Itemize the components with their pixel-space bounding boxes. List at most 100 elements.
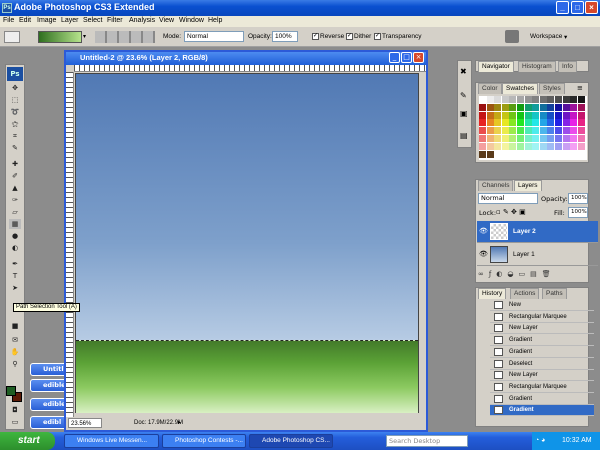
swatch-cell[interactable] [501, 103, 509, 111]
doc-minimize-icon[interactable]: _ [389, 52, 400, 63]
swatch-cell[interactable] [539, 127, 547, 135]
swatch-cell[interactable] [494, 103, 502, 111]
document-window[interactable]: Untitled-2 @ 23.6% (Layer 2, RGB/8) _ □ … [64, 50, 428, 432]
swatch-cell[interactable] [486, 127, 494, 135]
history-item[interactable]: Gradient [490, 405, 594, 417]
app-title-bar[interactable]: Ps Adobe Photoshop CS3 Extended _ □ × [0, 0, 600, 16]
swatch-cell[interactable] [555, 135, 562, 142]
shape-tool-icon[interactable]: ■ [9, 321, 21, 331]
swatch-cell[interactable] [532, 119, 540, 127]
swatch-cell[interactable] [486, 111, 494, 119]
taskbar-item-photoshop-contests[interactable]: Photoshop Contests -... [162, 434, 246, 448]
swatch-cell[interactable] [486, 119, 494, 127]
lock-icons[interactable]: ▫ ✎ ✥ ▣ [496, 208, 526, 216]
magic-wand-tool-icon[interactable]: ⚝ [9, 119, 21, 129]
layer-opacity-input[interactable]: 100% [568, 193, 588, 204]
swatch-cell[interactable] [517, 135, 524, 142]
blur-tool-icon[interactable]: ● [9, 231, 21, 241]
swatch-cell[interactable] [547, 119, 555, 127]
screen-mode-icon[interactable]: ▭ [9, 417, 21, 427]
menu-image[interactable]: Image [37, 17, 56, 24]
swatches-grid[interactable] [479, 96, 587, 160]
quick-mask-icon[interactable]: ◘ [9, 405, 21, 415]
swatch-cell[interactable] [555, 127, 562, 135]
swatch-cell[interactable] [494, 142, 502, 150]
swatch-cell[interactable] [562, 103, 570, 111]
opacity-input[interactable]: 100% [272, 31, 298, 42]
swatch-cell[interactable] [494, 111, 502, 119]
swatch-cell[interactable] [562, 135, 570, 142]
swatch-cell[interactable] [494, 135, 502, 142]
doc-maximize-icon[interactable]: □ [401, 52, 412, 63]
type-tool-icon[interactable]: T [9, 271, 21, 281]
path-selection-tool-icon[interactable]: ➤ [9, 283, 21, 293]
vertical-ruler[interactable] [66, 72, 74, 417]
swatch-cell[interactable] [570, 135, 578, 142]
swatch-cell[interactable] [509, 142, 517, 150]
swatch-cell[interactable] [562, 96, 570, 103]
swatch-cell[interactable] [577, 103, 585, 111]
swatch-cell[interactable] [539, 119, 547, 127]
tab-color[interactable]: Color [478, 83, 502, 94]
swatch-cell[interactable] [555, 103, 562, 111]
history-item[interactable]: New Layer [490, 323, 594, 335]
swatch-cell[interactable] [555, 119, 562, 127]
swatch-cell[interactable] [494, 119, 502, 127]
swatch-cell[interactable] [501, 142, 509, 150]
eye-icon[interactable]: 👁 [479, 227, 488, 235]
fill-input[interactable]: 100% [568, 207, 588, 218]
close-icon[interactable]: × [585, 1, 598, 14]
history-item[interactable]: Rectangular Marquee [490, 382, 594, 393]
swatch-cell[interactable] [501, 150, 509, 158]
swatch-cell[interactable] [547, 103, 555, 111]
workspace-button[interactable]: Workspace [530, 33, 562, 40]
maximize-icon[interactable]: □ [571, 1, 584, 14]
minimized-doc-1[interactable]: Untitl [30, 363, 68, 376]
swatch-cell[interactable] [570, 103, 578, 111]
swatch-cell[interactable] [509, 127, 517, 135]
swatch-cell[interactable] [479, 142, 486, 150]
swatch-cell[interactable] [539, 142, 547, 150]
tab-swatches[interactable]: Swatches [502, 83, 539, 94]
swatch-cell[interactable] [577, 142, 585, 150]
swatch-cell[interactable] [517, 119, 524, 127]
minimized-doc-2[interactable]: edible [30, 379, 68, 392]
eraser-tool-icon[interactable]: ▱ [9, 207, 21, 217]
swatch-cell[interactable] [547, 111, 555, 119]
layers-footer-icons[interactable]: ∞ƒ◐◒▭▤🗑 [478, 270, 588, 280]
pen-tool-icon[interactable]: ✒ [9, 259, 21, 269]
swatch-cell[interactable] [524, 142, 532, 150]
healing-brush-tool-icon[interactable]: ✚ [9, 159, 21, 169]
layer-name[interactable]: Layer 1 [513, 251, 535, 258]
swatch-cell[interactable] [570, 111, 578, 119]
menu-file[interactable]: File [3, 17, 14, 24]
swatch-cell[interactable] [479, 127, 486, 135]
swatch-cell[interactable] [524, 111, 532, 119]
swatch-cell[interactable] [539, 96, 547, 103]
swatch-cell[interactable] [547, 96, 555, 103]
transparency-checkbox[interactable]: ✓ [374, 33, 381, 40]
swatch-cell[interactable] [539, 150, 547, 158]
dither-checkbox[interactable]: ✓ [346, 33, 353, 40]
zoom-tool-icon[interactable]: ⚲ [9, 359, 21, 369]
swatch-cell[interactable] [486, 150, 494, 158]
swatch-cell[interactable] [517, 111, 524, 119]
swatch-cell[interactable] [555, 150, 562, 158]
swatch-cell[interactable] [517, 127, 524, 135]
gradient-tool-icon-active[interactable]: ▦ [9, 219, 21, 229]
swatch-cell[interactable] [562, 111, 570, 119]
minimized-doc-4[interactable]: edibl [30, 416, 68, 429]
crop-tool-icon[interactable]: ⌗ [9, 131, 21, 141]
menu-window[interactable]: Window [179, 17, 204, 24]
swatch-cell[interactable] [570, 119, 578, 127]
history-item[interactable]: Deselect [490, 359, 594, 370]
marquee-tool-icon[interactable]: ⬚ [9, 95, 21, 105]
swatch-cell[interactable] [577, 127, 585, 135]
brushes-icon[interactable]: ✎ [460, 91, 470, 101]
history-item[interactable]: Gradient [490, 347, 594, 358]
swatch-cell[interactable] [547, 127, 555, 135]
gradient-type-buttons[interactable] [95, 31, 155, 43]
workspace-chevron-down-icon[interactable]: ▾ [564, 33, 567, 41]
swatch-cell[interactable] [501, 119, 509, 127]
layer-name[interactable]: Layer 2 [513, 228, 536, 235]
